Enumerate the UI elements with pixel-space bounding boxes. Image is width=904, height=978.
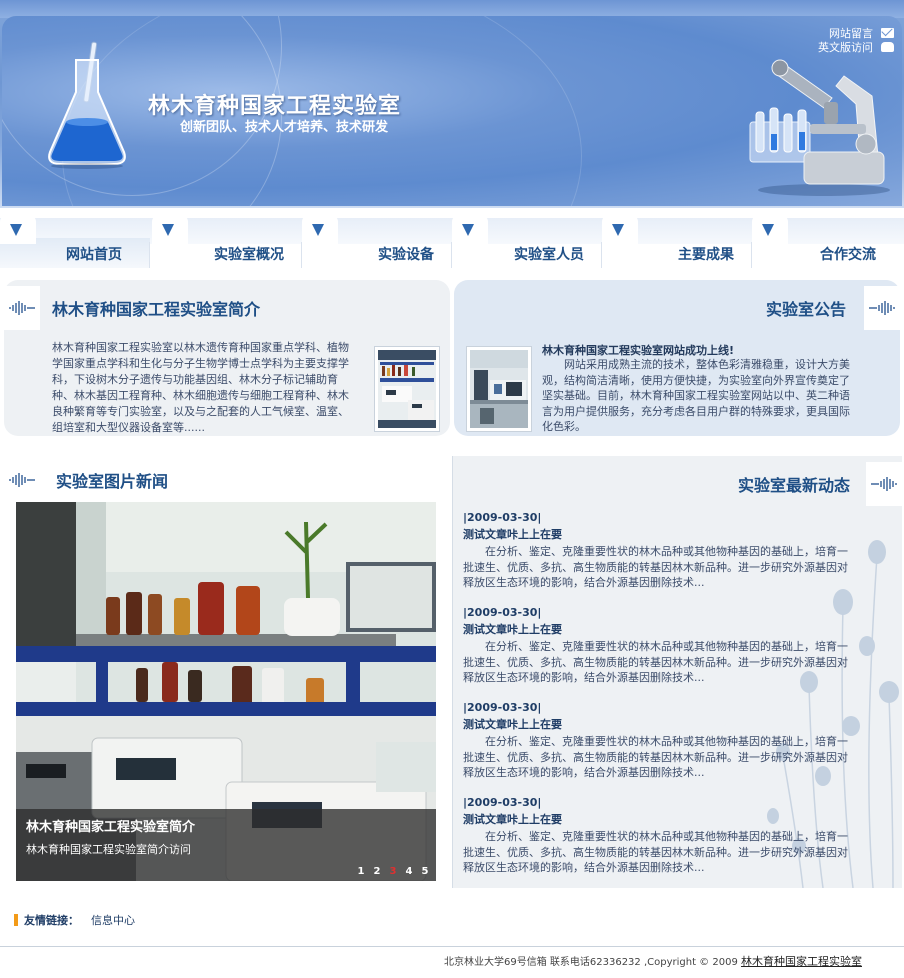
news-summary: 在分析、鉴定、克隆重要性状的林木品种或其他物种基因的基础上，培育一批速生、优质、… (463, 640, 848, 684)
news-item: |2009-03-30| 测试文章咔上上在要 在分析、鉴定、克隆重要性状的林木品… (463, 605, 857, 700)
section-bullet-icon (866, 462, 902, 506)
news-item: |2009-03-30| 测试文章咔上上在要 在分析、鉴定、克隆重要性状的林木品… (463, 795, 857, 888)
orange-marker (14, 914, 18, 926)
footer-divider (0, 946, 904, 947)
news-item: |2009-03-30| 测试文章咔上上在要 在分析、鉴定、克隆重要性状的林木品… (463, 510, 857, 605)
site-footer: 北京林业大学69号信箱 联系电话62336232 ,Copyright © 20… (444, 953, 862, 969)
notice-title: 实验室公告 (765, 300, 846, 319)
news-title[interactable]: 测试文章咔上上在要 (463, 718, 857, 732)
nav-item-cooperation[interactable]: 合作交流 (752, 208, 902, 270)
friend-links: 友情链接： 信息中心 (14, 912, 135, 928)
footer-site-link[interactable]: 林木育种国家工程实验室 (741, 955, 862, 968)
chevron-down-icon (312, 224, 324, 236)
lab-thumbnail-image (378, 350, 436, 428)
notice-panel: 实验室公告 林木育种国家工程实验室网站成功上线! 网站采用成熟主流的技术，整体色… (454, 280, 900, 436)
latest-news-title: 实验室最新动态 (737, 476, 850, 495)
nav-label[interactable]: 实验设备 (378, 244, 434, 264)
news-date: |2009-03-30| (463, 701, 542, 714)
nav-label[interactable]: 网站首页 (66, 244, 122, 264)
nav-item-achievements[interactable]: 主要成果 (602, 208, 752, 270)
friend-link-info-center[interactable]: 信息中心 (91, 912, 135, 928)
phone-icon (881, 42, 894, 52)
header-links: 网站留言 英文版访问 (818, 26, 894, 54)
lab-room-image (470, 350, 528, 428)
news-date: |2009-03-30| (463, 511, 542, 524)
news-summary: 在分析、鉴定、克隆重要性状的林木品种或其他物种基因的基础上，培育一批速生、优质、… (463, 545, 848, 589)
english-version-label[interactable]: 英文版访问 (818, 39, 873, 55)
footer-text: 北京林业大学69号信箱 联系电话62336232 ,Copyright © 20… (443, 957, 741, 968)
chevron-down-icon (462, 224, 474, 236)
news-title[interactable]: 测试文章咔上上在要 (463, 528, 857, 542)
news-title[interactable]: 测试文章咔上上在要 (463, 813, 857, 827)
main-nav: 网站首页 实验室概况 实验设备 实验室人员 主要成果 合作交流 (0, 208, 904, 270)
news-title[interactable]: 测试文章咔上上在要 (463, 623, 857, 637)
slide-caption-title[interactable]: 林木育种国家工程实验室简介 (26, 816, 195, 835)
flask-icon (48, 41, 126, 169)
nav-label[interactable]: 实验室人员 (514, 244, 584, 264)
notice-thumbnail[interactable] (466, 346, 532, 432)
section-bullet-icon (864, 286, 900, 330)
site-header: 林木育种国家工程实验室 创新团队、技术人才培养、技术研发 网站留言 英文版访问 (0, 0, 904, 208)
notice-text: 网站采用成熟主流的技术，整体色彩清雅稳重，设计大方美观，结构简洁清晰，使用方便快… (542, 358, 850, 433)
intro-text: 林木育种国家工程实验室以林木遗传育种国家重点学科、植物学国家重点学科和生化与分子… (52, 341, 349, 434)
english-version-link[interactable]: 英文版访问 (818, 40, 894, 54)
news-summary: 在分析、鉴定、克隆重要性状的林木品种或其他物种基因的基础上，培育一批速生、优质、… (463, 830, 848, 874)
section-bullet-icon (4, 286, 40, 330)
slide-caption-subtitle[interactable]: 林木育种国家工程实验室简介访问 (26, 841, 191, 857)
photo-slideshow[interactable]: 林木育种国家工程实验室简介 林木育种国家工程实验室简介访问 1 2 3 4 5 (16, 502, 436, 881)
news-date: |2009-03-30| (463, 796, 542, 809)
photo-news-section: 实验室图片新闻 林木育种国家工程实验室简介 林木育种国家工程实验室简介访问 1 … (4, 456, 448, 888)
chevron-down-icon (162, 224, 174, 236)
intro-thumbnail[interactable] (374, 346, 440, 432)
slide-pager: 1 2 3 4 5 (354, 865, 432, 879)
latest-news-list: |2009-03-30| 测试文章咔上上在要 在分析、鉴定、克隆重要性状的林木品… (463, 510, 857, 888)
site-subtitle: 创新团队、技术人才培养、技术研发 (180, 120, 389, 135)
friend-links-label: 友情链接： (24, 914, 79, 927)
slide-page-3[interactable]: 3 (386, 865, 400, 879)
chevron-down-icon (612, 224, 624, 236)
mail-icon (881, 28, 894, 38)
slide-page-2[interactable]: 2 (370, 865, 384, 879)
slide-page-5[interactable]: 5 (418, 865, 432, 879)
section-bullet-icon (4, 458, 40, 502)
intro-title: 林木育种国家工程实验室简介 (52, 300, 261, 319)
nav-item-home[interactable]: 网站首页 (0, 208, 150, 270)
news-item: |2009-03-30| 测试文章咔上上在要 在分析、鉴定、克隆重要性状的林木品… (463, 700, 857, 795)
chevron-down-icon (10, 224, 22, 236)
news-date: |2009-03-30| (463, 606, 542, 619)
chevron-down-icon (762, 224, 774, 236)
guestbook-link[interactable]: 网站留言 (818, 26, 894, 40)
nav-label[interactable]: 实验室概况 (214, 244, 284, 264)
nav-item-overview[interactable]: 实验室概况 (152, 208, 302, 270)
microscope-icon (749, 59, 890, 196)
photo-news-title: 实验室图片新闻 (56, 472, 169, 491)
slide-page-4[interactable]: 4 (402, 865, 416, 879)
nav-separator (149, 242, 150, 268)
nav-label[interactable]: 合作交流 (820, 244, 876, 264)
slide-page-1[interactable]: 1 (354, 865, 368, 879)
intro-panel: 林木育种国家工程实验室简介 林木育种国家工程实验室以林木遗传育种国家重点学科、植… (4, 280, 450, 436)
nav-item-equipment[interactable]: 实验设备 (302, 208, 452, 270)
news-summary: 在分析、鉴定、克隆重要性状的林木品种或其他物种基因的基础上，培育一批速生、优质、… (463, 735, 848, 779)
nav-item-staff[interactable]: 实验室人员 (452, 208, 602, 270)
notice-headline[interactable]: 林木育种国家工程实验室网站成功上线! (542, 342, 734, 358)
latest-news-panel: 实验室最新动态 |2009-03-30| 测试文章咔上上在要 在分析、鉴定、克隆… (452, 456, 902, 888)
nav-label[interactable]: 主要成果 (678, 244, 734, 264)
